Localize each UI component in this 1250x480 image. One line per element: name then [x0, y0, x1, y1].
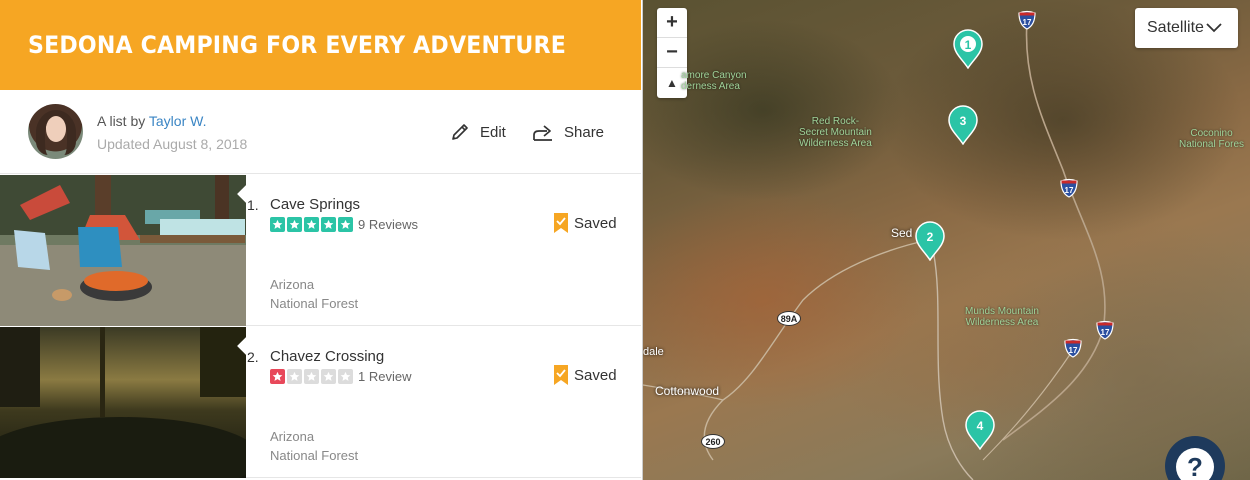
edit-button[interactable]: Edit [450, 122, 506, 142]
town-label: dale [643, 346, 664, 358]
item-number: 2. [247, 349, 259, 365]
star-rating: 1 Review [270, 369, 411, 384]
pencil-icon [452, 124, 468, 140]
byline: A list by Taylor W. [97, 113, 206, 129]
bookmark-check-icon [554, 365, 568, 385]
help-icon: ? [1176, 448, 1214, 480]
item-type: National Forest [270, 296, 359, 311]
byline-prefix: A list by [97, 113, 149, 129]
star-rating: 9 Reviews [270, 217, 418, 232]
item-state: Arizona [270, 429, 315, 444]
star-icon [270, 369, 285, 384]
map-pin[interactable]: 4 [964, 410, 996, 451]
map-pin[interactable]: 2 [914, 221, 946, 262]
map-area-label: Coconino National Fores [1179, 128, 1245, 150]
list-item[interactable]: 1. Cave Springs 9 Reviews Saved Arizona … [0, 175, 641, 326]
interstate-shield-icon: 17 [1059, 178, 1079, 198]
share-icon [533, 125, 552, 141]
item-name[interactable]: Chavez Crossing [270, 348, 384, 365]
list-title: Sedona Camping for Every Adventure [28, 31, 566, 59]
interstate-shield-icon: 17 [1017, 10, 1037, 30]
saved-button[interactable]: Saved [554, 213, 617, 233]
author-link[interactable]: Taylor W. [149, 113, 207, 129]
item-state: Arizona [270, 277, 315, 292]
interstate-shield-icon: 17 [1063, 338, 1083, 358]
review-count[interactable]: 1 Review [358, 369, 411, 384]
star-icon [304, 217, 319, 232]
saved-label: Saved [574, 366, 617, 384]
map-area-label: amore Canyon derness Area [681, 70, 747, 92]
pin-label: 3 [959, 114, 967, 128]
star-icon [338, 369, 353, 384]
updated-date: Updated August 8, 2018 [97, 136, 248, 152]
map-pin[interactable]: 3 [947, 105, 979, 146]
star-icon [287, 217, 302, 232]
review-count[interactable]: 9 Reviews [358, 217, 418, 232]
saved-button[interactable]: Saved [554, 365, 617, 385]
saved-label: Saved [574, 214, 617, 232]
interstate-shield-icon: 17 [1095, 320, 1115, 340]
zoom-out-button[interactable]: − [657, 38, 687, 68]
chevron-down-icon [1206, 23, 1222, 33]
campsite-photo[interactable] [0, 327, 246, 478]
map-view[interactable]: + − ▲ Satellite amore Canyon derness Area… [642, 0, 1250, 480]
route-89a-shield-icon: 89A [777, 311, 801, 326]
town-label: Cottonwood [655, 384, 720, 398]
star-icon [338, 217, 353, 232]
map-type-select[interactable]: Satellite [1135, 8, 1238, 48]
route-260-shield-icon: 260 [701, 434, 725, 449]
campsite-photo[interactable] [0, 175, 246, 326]
avatar[interactable] [28, 104, 83, 159]
pin-label: 2 [926, 230, 934, 244]
item-number: 1. [247, 197, 259, 213]
list-item[interactable]: 2. Chavez Crossing 1 Review Saved Arizon… [0, 327, 641, 478]
edit-label: Edit [480, 123, 506, 141]
list-panel: Sedona Camping for Every Adventure A lis… [0, 0, 641, 480]
pin-label: 1 [964, 38, 972, 52]
svg-text:17: 17 [1065, 186, 1074, 195]
item-name[interactable]: Cave Springs [270, 196, 360, 213]
star-icon [321, 369, 336, 384]
star-icon [321, 217, 336, 232]
share-label: Share [564, 123, 605, 141]
zoom-in-button[interactable]: + [657, 8, 687, 38]
svg-text:17: 17 [1069, 346, 1078, 355]
bookmark-check-icon [554, 213, 568, 233]
star-icon [287, 369, 302, 384]
map-area-label: Munds Mountain Wilderness Area [965, 306, 1039, 328]
town-label: Sed [891, 226, 913, 240]
star-icon [304, 369, 319, 384]
author-bar: A list by Taylor W. Updated August 8, 20… [0, 90, 641, 174]
map-pin[interactable]: 1 [952, 29, 984, 70]
pin-label: 4 [976, 419, 984, 433]
item-type: National Forest [270, 448, 359, 463]
map-type-label: Satellite [1147, 19, 1204, 36]
star-icon [270, 217, 285, 232]
svg-text:17: 17 [1101, 328, 1110, 337]
svg-text:17: 17 [1023, 18, 1032, 27]
share-button[interactable]: Share [532, 122, 604, 142]
map-area-label: Red Rock- Secret Mountain Wilderness Area [799, 116, 872, 149]
list-header: Sedona Camping for Every Adventure [0, 0, 641, 90]
